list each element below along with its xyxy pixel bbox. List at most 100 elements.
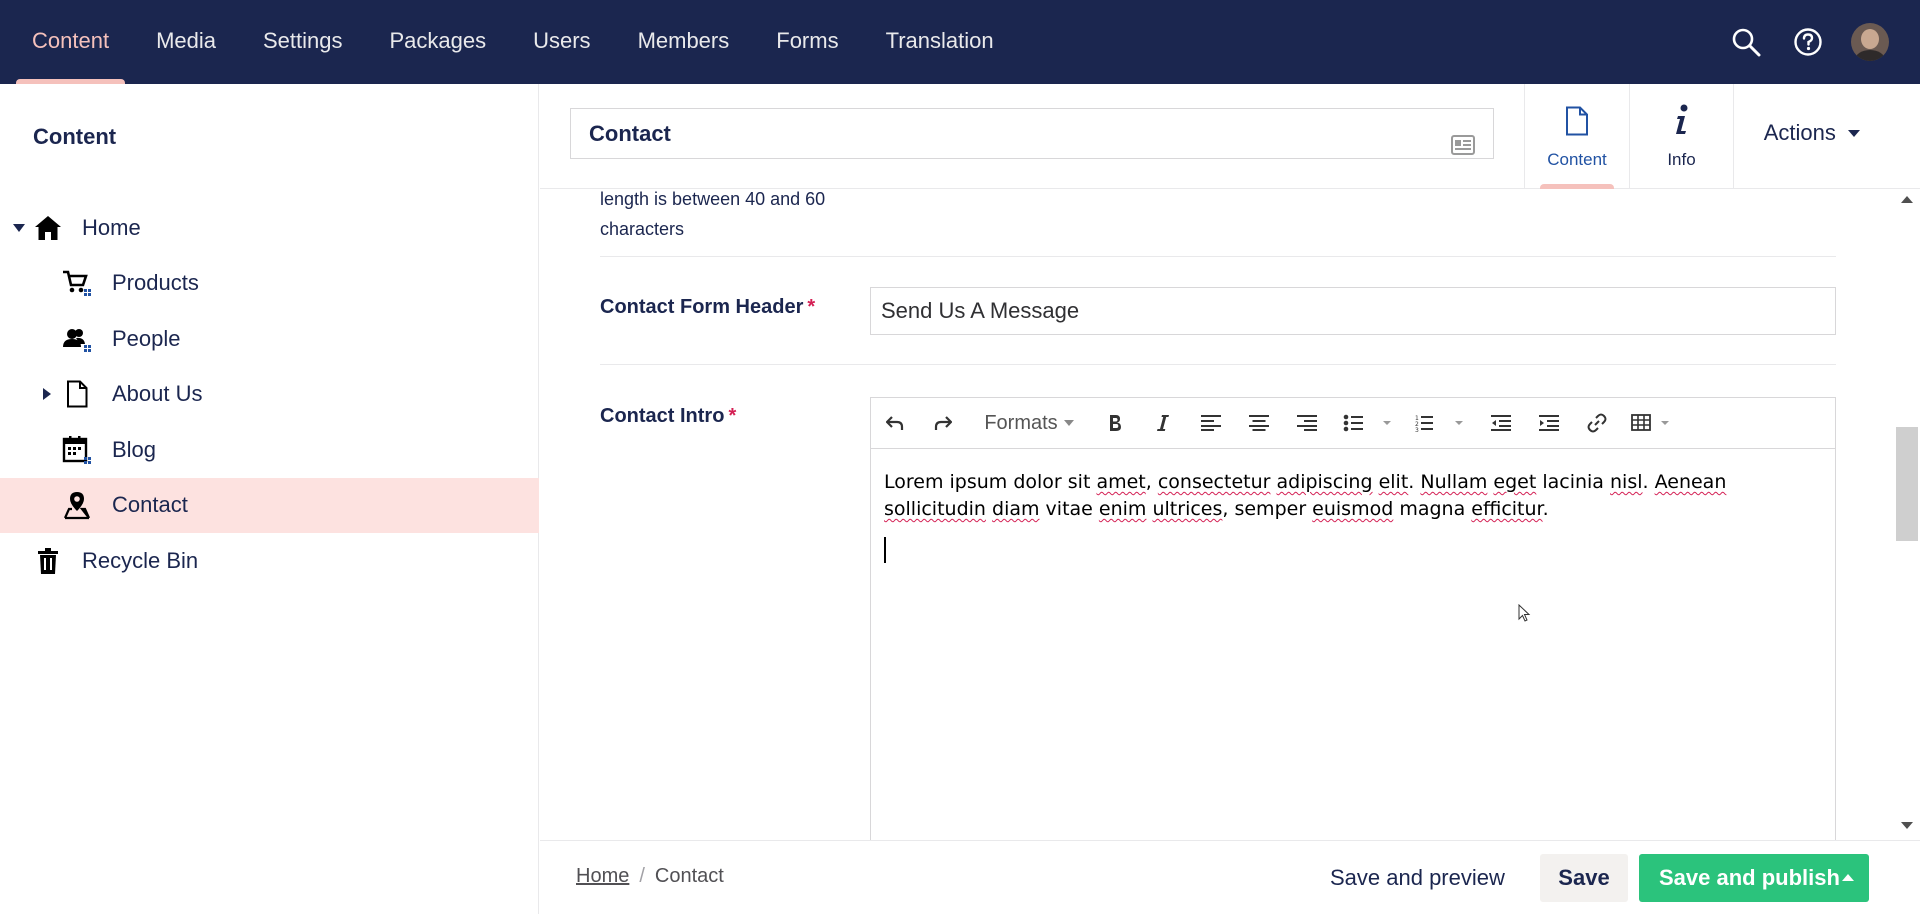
tab-label: Content [1547,150,1607,169]
tree-item-label: About Us [112,381,203,407]
tree-item-label: Recycle Bin [82,547,199,573]
bullet-list-icon[interactable] [1343,408,1393,438]
italic-icon[interactable] [1151,408,1175,438]
users-icon [62,324,92,354]
rte-content[interactable]: Lorem ipsum dolor sit amet, consectetur … [871,449,1835,583]
nav-translation[interactable]: Translation [870,0,1010,84]
trash-icon [33,546,63,576]
numbered-list-icon[interactable]: 123 [1415,408,1465,438]
cart-icon [62,268,92,298]
document-icon [1566,106,1588,136]
text-run: . [1408,471,1421,493]
tab-content[interactable]: Content [1524,84,1629,189]
scroll-up-icon[interactable] [1901,196,1913,203]
tree-item-recycle-bin[interactable]: Recycle Bin [0,533,539,589]
tree-item-label: People [112,325,181,351]
table-icon[interactable] [1631,408,1675,438]
align-left-icon[interactable] [1199,408,1223,438]
divider [600,256,1836,257]
link-icon[interactable] [1585,408,1609,438]
header-tools [1704,22,1890,62]
contact-intro-label: Contact Intro * [600,405,736,428]
outdent-icon[interactable] [1489,408,1513,438]
misspelled-word: efficitur [1471,498,1543,520]
info-icon [1676,104,1688,134]
text-run: magna [1393,498,1472,520]
content-scrollbar[interactable] [1866,190,1920,840]
tree-item-home[interactable]: Home [0,200,539,256]
home-icon [33,213,63,243]
save-and-publish-button[interactable]: Save and publish [1639,854,1869,902]
breadcrumb-home[interactable]: Home [576,865,629,887]
breadcrumb-separator: / [639,865,645,887]
nav-media[interactable]: Media [140,0,232,84]
tree-item-label: Home [82,214,141,240]
save-button[interactable]: Save [1540,854,1628,902]
help-icon[interactable] [1788,22,1828,62]
tree-item-blog[interactable]: Blog [0,422,539,478]
misspelled-word: enim [1098,498,1147,520]
formats-label: Formats [984,411,1058,434]
caret-up-icon[interactable] [1827,854,1869,902]
node-name-input[interactable]: Contact [570,108,1494,159]
tree-item-about-us[interactable]: About Us [0,367,539,423]
redo-icon[interactable] [931,408,955,438]
tab-info[interactable]: Info [1629,84,1734,189]
map-pin-icon [62,490,92,520]
caret-down-icon[interactable] [12,221,26,235]
text-run: . [1542,498,1549,520]
misspelled-word: diam [992,498,1040,520]
nav-content[interactable]: Content [16,0,126,84]
editor-header: Contact Content Info Actions [540,84,1920,189]
editor-footer: Home / Contact Save and preview Save Save … [540,840,1920,914]
rich-text-editor: Formats 123 Lorem ipsum dolor sit amet, … [870,397,1836,840]
tree-item-label: Products [112,270,199,296]
formats-dropdown[interactable]: Formats [979,408,1079,438]
nav-users[interactable]: Users [517,0,606,84]
bold-icon[interactable] [1103,408,1127,438]
node-name-value: Contact [589,121,671,146]
calendar-icon [62,435,92,465]
scroll-down-icon[interactable] [1901,822,1913,829]
undo-icon[interactable] [883,408,907,438]
breadcrumb-current: Contact [654,865,724,887]
tree-item-products[interactable]: Products [0,256,539,312]
misspelled-word: amet [1096,471,1146,493]
sidebar-title: Content [33,124,117,149]
content-tree: Home Products People About Us Blog Conta… [0,200,539,589]
breadcrumb: Home / Contact [576,865,724,888]
label-text: Contact Form Header [600,296,804,318]
nav-settings[interactable]: Settings [247,0,359,84]
nav-packages[interactable]: Packages [373,0,502,84]
align-center-icon[interactable] [1247,408,1271,438]
user-avatar[interactable] [1850,22,1890,62]
save-and-preview-button[interactable]: Save and preview [1320,854,1515,902]
svg-text:3: 3 [1415,427,1419,432]
caret-down-icon [1848,130,1860,138]
caret-right-icon[interactable] [40,387,54,401]
tree-item-label: Contact [112,492,188,518]
text-cursor [884,537,886,563]
divider [600,364,1836,365]
scrollbar-thumb[interactable] [1896,427,1918,541]
nav-members[interactable]: Members [622,0,746,84]
search-icon[interactable] [1726,22,1766,62]
misspelled-word: Nullam [1420,471,1488,493]
caret-down-icon [1063,420,1074,426]
misspelled-word: ultrices [1152,498,1223,520]
indent-icon[interactable] [1537,408,1561,438]
align-right-icon[interactable] [1295,408,1319,438]
top-navigation-bar: Content Media Settings Packages Users Me… [0,0,1920,84]
misspelled-word: elit [1378,471,1409,493]
misspelled-word: adipiscing [1276,471,1373,493]
required-marker: * [807,296,816,318]
contact-form-header-input[interactable]: Send Us A Message [870,287,1836,335]
misspelled-word: Aenean [1654,471,1727,493]
misspelled-word: sollicitudin [884,498,986,520]
id-card-icon[interactable] [1451,123,1475,172]
tree-item-people[interactable]: People [0,311,539,367]
tree-item-contact[interactable]: Contact [0,477,539,533]
nav-forms[interactable]: Forms [760,0,854,84]
actions-button[interactable]: Actions [1764,120,1860,146]
misspelled-word: eget [1493,471,1537,493]
